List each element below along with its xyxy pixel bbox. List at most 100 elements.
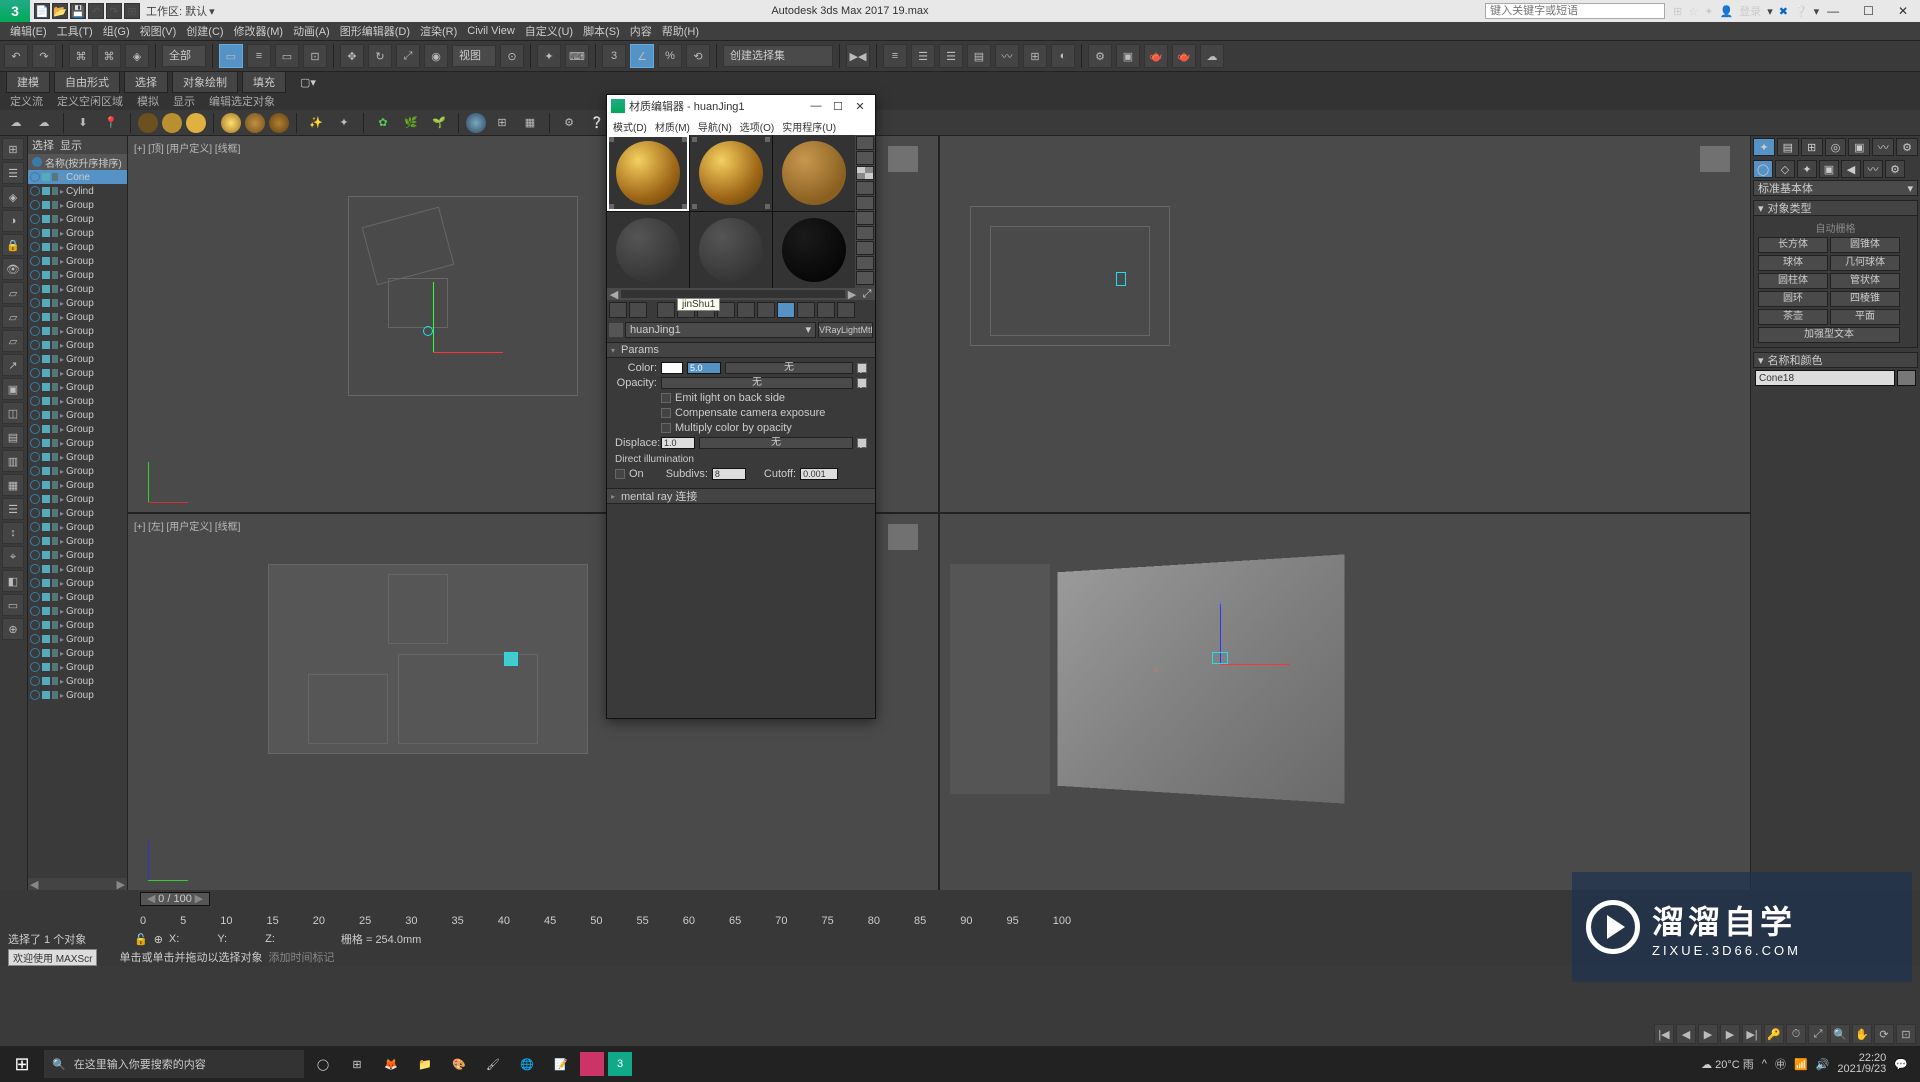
expand-icon[interactable]: ▸	[60, 691, 64, 700]
show-in-viewport-button[interactable]	[777, 302, 795, 318]
visibility-icon[interactable]	[30, 620, 40, 630]
menu-customize[interactable]: 自定义(U)	[525, 23, 573, 39]
cmd-create-tab[interactable]: ✦	[1753, 138, 1775, 156]
visibility-icon[interactable]	[30, 522, 40, 532]
light-warm-icon[interactable]	[138, 113, 158, 133]
expand-icon[interactable]: ▸	[60, 677, 64, 686]
expand-icon[interactable]: ▸	[60, 607, 64, 616]
expand-icon[interactable]: ▸	[60, 621, 64, 630]
light-probe-icon[interactable]	[245, 113, 265, 133]
obj-teapot[interactable]: 茶壶	[1758, 309, 1828, 325]
next-frame-button[interactable]: ▶	[1720, 1024, 1740, 1044]
undo-icon[interactable]: ↶	[88, 3, 104, 19]
displace-spinner[interactable]: 1.0	[661, 437, 695, 449]
sel13-icon[interactable]: ▭	[2, 594, 24, 616]
viewport-top-label[interactable]: [+] [顶] [用户定义] [线框]	[134, 140, 240, 155]
tree-item[interactable]: ▸Group	[28, 268, 127, 282]
cat-shapes[interactable]: ◇	[1775, 160, 1795, 178]
tab-objectpaint[interactable]: 对象绘制	[172, 71, 238, 93]
wifi-icon[interactable]: 📶	[1794, 1058, 1808, 1071]
options-icon[interactable]	[856, 226, 874, 240]
light-probe2-icon[interactable]	[269, 113, 289, 133]
expand-icon[interactable]: ▸	[60, 299, 64, 308]
cutoff-spinner[interactable]: 0.001	[800, 468, 838, 480]
freeze-icon[interactable]	[42, 383, 50, 391]
sparkle-icon[interactable]: ✨	[304, 111, 328, 135]
scene-explorer-toggle[interactable]: ⊞	[2, 138, 24, 160]
sel7-icon[interactable]: ▥	[2, 450, 24, 472]
explorer-icon[interactable]: 📁	[410, 1049, 440, 1079]
select-object-button[interactable]: ▭	[219, 44, 243, 68]
material-id-button[interactable]	[757, 302, 775, 318]
mat-minimize-button[interactable]: —	[805, 100, 827, 112]
expand-icon[interactable]: ▸	[60, 551, 64, 560]
taskbar-search[interactable]: 🔍 在这里输入你要搜索的内容	[44, 1050, 304, 1078]
tree-item[interactable]: ▸Group	[28, 310, 127, 324]
render-icon[interactable]	[52, 453, 58, 461]
material-type-button[interactable]: VRayLightMtl	[818, 322, 873, 338]
menu-civilview[interactable]: Civil View	[467, 25, 514, 37]
render-icon[interactable]	[52, 327, 58, 335]
freeze-icon[interactable]	[42, 551, 50, 559]
expand-icon[interactable]: ▸	[60, 201, 64, 210]
visibility-icon[interactable]	[30, 662, 40, 672]
cmd-utilities-tab[interactable]: 〰	[1872, 138, 1894, 156]
angle-snap-toggle[interactable]: ∠	[630, 44, 654, 68]
pin-icon[interactable]: 📍	[99, 111, 123, 135]
visibility-icon[interactable]	[30, 592, 40, 602]
freeze-icon[interactable]	[42, 397, 50, 405]
cloud-icon[interactable]: ☁	[32, 111, 56, 135]
tray-chevron-icon[interactable]: ^	[1762, 1058, 1767, 1070]
cat-helpers[interactable]: ◀	[1841, 160, 1861, 178]
visibility-icon[interactable]	[30, 578, 40, 588]
render-icon[interactable]	[52, 495, 58, 503]
expand-icon[interactable]: ▸	[60, 383, 64, 392]
go-parent-button[interactable]	[817, 302, 835, 318]
direct-on-checkbox[interactable]	[615, 469, 625, 479]
user-icon[interactable]: 👤	[1719, 5, 1733, 18]
notes-icon[interactable]: 📝	[546, 1049, 576, 1079]
unlink-button[interactable]: ⌘	[97, 44, 121, 68]
viewport-perspective[interactable]: x z	[940, 514, 1750, 890]
visibility-icon[interactable]	[30, 228, 40, 238]
expand-icon[interactable]: ▸	[60, 649, 64, 658]
sort-header[interactable]: 名称(按升序排序)	[45, 155, 122, 170]
obj-plane[interactable]: 平面	[1830, 309, 1900, 325]
cat-spacewarps[interactable]: 〰	[1863, 160, 1883, 178]
goto-end-button[interactable]: ▶|	[1742, 1024, 1762, 1044]
play-button[interactable]: ▶	[1698, 1024, 1718, 1044]
color-multiplier-spinner[interactable]: 5.0	[687, 362, 721, 374]
tree-item[interactable]: ▸Group	[28, 520, 127, 534]
menu-tools[interactable]: 工具(T)	[57, 23, 93, 39]
render-icon[interactable]	[52, 355, 58, 363]
visibility-icon[interactable]	[30, 326, 40, 336]
menu-views[interactable]: 视图(V)	[140, 23, 177, 39]
visibility-icon[interactable]	[30, 424, 40, 434]
star-icon[interactable]: ☆	[1688, 5, 1698, 18]
tree-item[interactable]: ▸Group	[28, 352, 127, 366]
rollout-mentalray-header[interactable]: ▸mental ray 连接	[607, 488, 875, 504]
render-icon[interactable]	[52, 257, 58, 265]
menu-edit[interactable]: 编辑(E)	[10, 23, 47, 39]
obj-tube[interactable]: 管状体	[1830, 273, 1900, 289]
render-icon[interactable]	[52, 271, 58, 279]
freeze-icon[interactable]	[42, 243, 50, 251]
tree-item[interactable]: ▸Group	[28, 450, 127, 464]
tree-item[interactable]: ▸Group	[28, 646, 127, 660]
sel2-icon[interactable]: ▱	[2, 306, 24, 328]
grid-3x2-icon[interactable]	[856, 271, 874, 285]
backlight-icon[interactable]	[856, 151, 874, 165]
cat-lights[interactable]: ✦	[1797, 160, 1817, 178]
material-editor-window[interactable]: 材质编辑器 - huanJing1 — ☐ ✕ 模式(D) 材质(M) 导航(N…	[606, 94, 876, 719]
percent-snap-toggle[interactable]: %	[658, 44, 682, 68]
render-icon[interactable]	[52, 481, 58, 489]
obj-box[interactable]: 长方体	[1758, 237, 1828, 253]
obj-cylinder[interactable]: 圆柱体	[1758, 273, 1828, 289]
tab-selection[interactable]: 选择	[124, 71, 168, 93]
tree-item[interactable]: ▸Group	[28, 240, 127, 254]
visibility-icon[interactable]	[30, 312, 40, 322]
cmd-hierarchy-tab[interactable]: ⊞	[1801, 138, 1823, 156]
ribbon-toggle[interactable]: ▢▾	[290, 74, 326, 91]
expand-icon[interactable]: ▸	[60, 439, 64, 448]
tab-modeling[interactable]: 建模	[6, 71, 50, 93]
